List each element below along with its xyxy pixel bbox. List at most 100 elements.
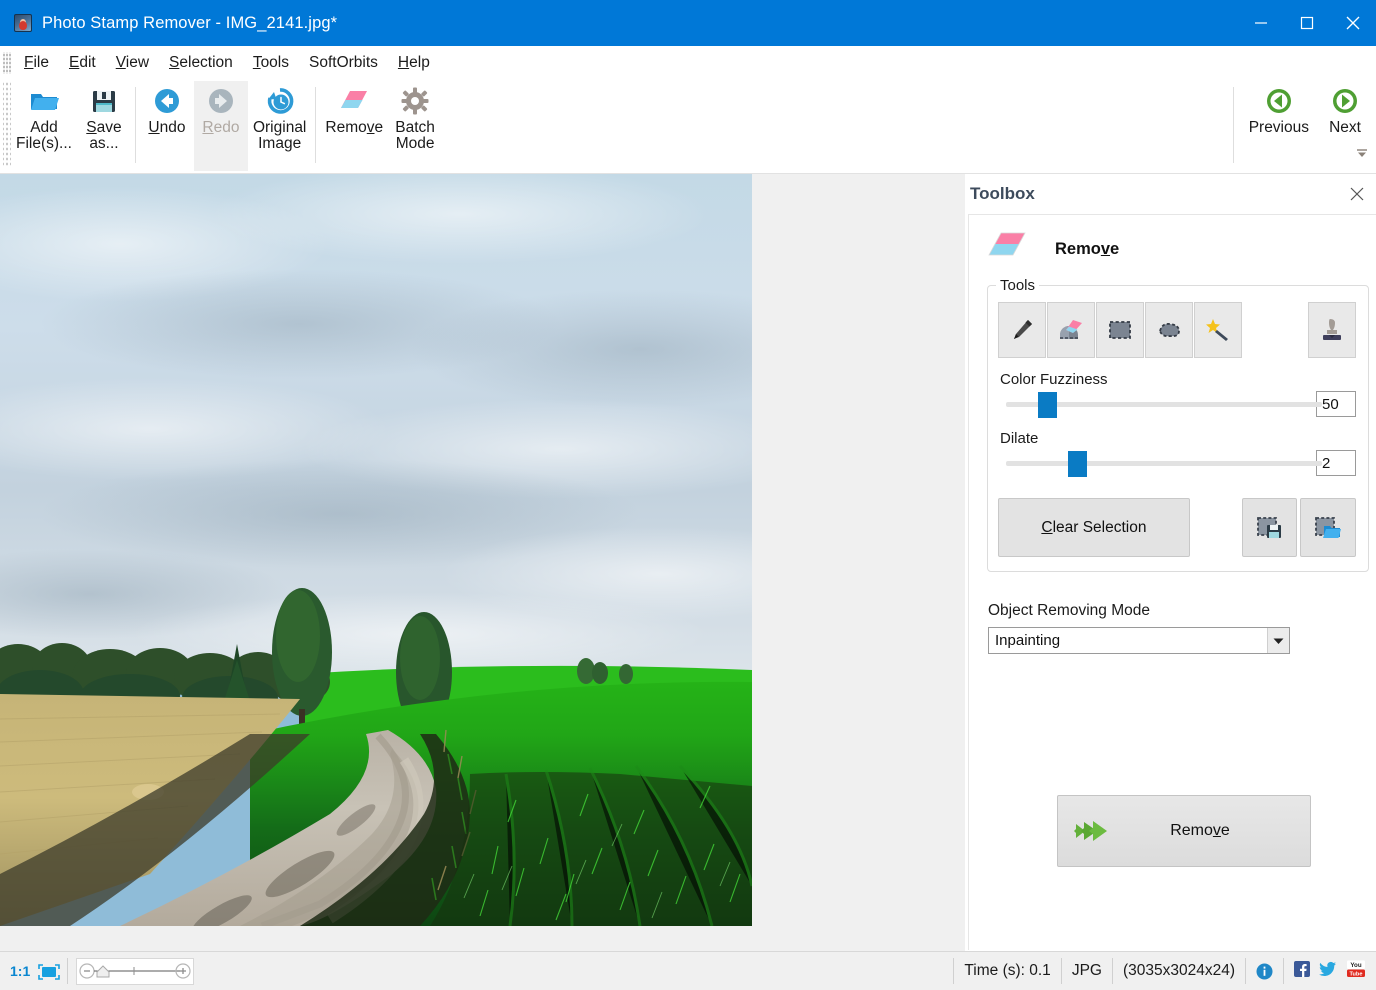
toolbox-body: Remove Tools xyxy=(968,214,1376,950)
tools-group-legend: Tools xyxy=(996,277,1039,294)
chevron-down-icon[interactable] xyxy=(1267,628,1289,653)
clear-selection-button[interactable]: Clear Selection xyxy=(998,498,1190,557)
magic-wand-tool-button[interactable] xyxy=(1194,302,1242,358)
gear-icon xyxy=(398,85,432,117)
menu-item-view[interactable]: View xyxy=(106,51,159,75)
redo-label: Redo xyxy=(202,120,239,136)
twitter-icon[interactable] xyxy=(1319,961,1337,982)
dilate-slider[interactable] xyxy=(1006,452,1304,474)
batch-mode-button[interactable]: Batch Mode xyxy=(388,81,442,171)
status-dimensions: (3035x3024x24) xyxy=(1113,952,1245,990)
redo-button[interactable]: Redo xyxy=(194,81,248,171)
next-label: Next xyxy=(1329,120,1361,136)
original-image-label: Original Image xyxy=(253,120,306,152)
status-bar: 1:1 Time (s) xyxy=(0,951,1376,990)
load-selection-button[interactable] xyxy=(1300,498,1356,557)
batch-mode-label: Batch Mode xyxy=(395,120,435,152)
facebook-icon[interactable] xyxy=(1294,961,1310,982)
window-controls xyxy=(1238,0,1376,46)
slider-thumb[interactable] xyxy=(1068,451,1087,477)
previous-button[interactable]: Previous xyxy=(1244,81,1314,171)
undo-label: Undo xyxy=(148,120,185,136)
slider-thumb[interactable] xyxy=(1038,392,1057,418)
maximize-button[interactable] xyxy=(1284,0,1330,46)
toolbar-separator-2 xyxy=(315,87,316,163)
eraser-icon xyxy=(337,85,371,117)
add-files-label: Add File(s)... xyxy=(16,120,72,152)
dilate-row: 2 xyxy=(998,450,1356,476)
remove-action-button[interactable]: Remove xyxy=(1057,795,1311,867)
app-logo-icon xyxy=(14,14,32,32)
canvas-area[interactable] xyxy=(0,174,965,951)
clock-history-icon xyxy=(263,85,297,117)
status-time: Time (s): 0.1 xyxy=(954,952,1060,990)
menu-item-edit[interactable]: Edit xyxy=(59,51,106,75)
minimize-button[interactable] xyxy=(1238,0,1284,46)
close-button[interactable] xyxy=(1330,0,1376,46)
menu-item-file[interactable]: File xyxy=(14,51,59,75)
menu-bar: File Edit View Selection Tools SoftOrbit… xyxy=(0,46,1376,79)
menu-item-tools[interactable]: Tools xyxy=(243,51,299,75)
menu-item-help[interactable]: Help xyxy=(388,51,440,75)
tool-buttons-row xyxy=(998,302,1356,358)
object-removing-mode-label: Object Removing Mode xyxy=(988,602,1376,620)
remove-section-header: Remove xyxy=(969,215,1376,279)
toolbar: Add File(s)... Saveas... xyxy=(0,79,1376,174)
photo-image[interactable] xyxy=(0,174,752,926)
remove-toolbar-button[interactable]: Remove xyxy=(320,81,388,171)
undo-button[interactable]: Undo xyxy=(140,81,194,171)
menu-grip-handle[interactable] xyxy=(2,52,12,74)
rectangle-select-tool-button[interactable] xyxy=(1096,302,1144,358)
svg-text:You: You xyxy=(1350,962,1361,969)
open-folder-icon xyxy=(27,85,61,117)
remove-action-label: Remove xyxy=(1116,822,1284,840)
menu-item-selection[interactable]: Selection xyxy=(159,51,243,75)
original-image-button[interactable]: Original Image xyxy=(248,81,311,171)
fit-to-screen-icon[interactable] xyxy=(37,963,59,979)
save-selection-button[interactable] xyxy=(1242,498,1298,557)
window-title: Photo Stamp Remover - IMG_2141.jpg* xyxy=(42,14,337,33)
marker-tool-button[interactable] xyxy=(998,302,1046,358)
redo-arrow-icon xyxy=(204,85,238,117)
color-fuzziness-slider[interactable] xyxy=(1006,393,1304,415)
color-fuzziness-row: 50 xyxy=(998,391,1356,417)
eraser-icon xyxy=(985,229,1029,269)
lasso-select-tool-button[interactable] xyxy=(1145,302,1193,358)
toolbox-panel: Toolbox Remove xyxy=(965,174,1376,951)
add-files-button[interactable]: Add File(s)... xyxy=(11,81,77,171)
toolbox-title: Toolbox xyxy=(970,184,1035,204)
menu-item-softorbits[interactable]: SoftOrbits xyxy=(299,51,388,75)
save-as-button[interactable]: Saveas... xyxy=(77,81,131,171)
undo-arrow-icon xyxy=(150,85,184,117)
toolbar-separator-1 xyxy=(135,87,136,163)
info-icon[interactable] xyxy=(1246,952,1283,990)
selection-buttons-row: Clear Selection xyxy=(998,498,1356,557)
object-removing-mode-select[interactable]: Inpainting xyxy=(988,627,1290,654)
toolbar-grip-handle[interactable] xyxy=(3,81,11,167)
green-right-arrow-icon xyxy=(1328,85,1362,117)
svg-text:Tube: Tube xyxy=(1350,971,1363,977)
color-fuzziness-value[interactable]: 50 xyxy=(1316,391,1356,417)
zoom-ratio-label[interactable]: 1:1 xyxy=(0,963,37,979)
floppy-save-icon xyxy=(87,85,121,117)
toolbox-header: Toolbox xyxy=(965,174,1376,214)
social-links: You Tube xyxy=(1284,960,1376,983)
remove-toolbar-label: Remove xyxy=(325,120,383,136)
save-as-label: Saveas... xyxy=(86,120,121,152)
remove-section-title: Remove xyxy=(1055,240,1119,259)
zoom-slider-control[interactable] xyxy=(76,958,194,985)
dilate-value[interactable]: 2 xyxy=(1316,450,1356,476)
green-left-arrow-icon xyxy=(1262,85,1296,117)
eraser-tool-button[interactable] xyxy=(1047,302,1095,358)
stamp-tool-button[interactable] xyxy=(1308,302,1356,358)
status-separator xyxy=(67,958,68,984)
toolbox-close-icon[interactable] xyxy=(1347,184,1367,204)
ribbon-expand-icon[interactable] xyxy=(1354,146,1370,160)
youtube-icon[interactable]: You Tube xyxy=(1346,960,1366,983)
toolbar-separator-3 xyxy=(1233,87,1234,163)
dilate-label: Dilate xyxy=(1000,430,1356,447)
tools-group: Tools xyxy=(987,285,1369,572)
title-bar: Photo Stamp Remover - IMG_2141.jpg* xyxy=(0,0,1376,46)
green-double-arrow-icon xyxy=(1070,816,1116,846)
slider-track xyxy=(1006,461,1322,466)
